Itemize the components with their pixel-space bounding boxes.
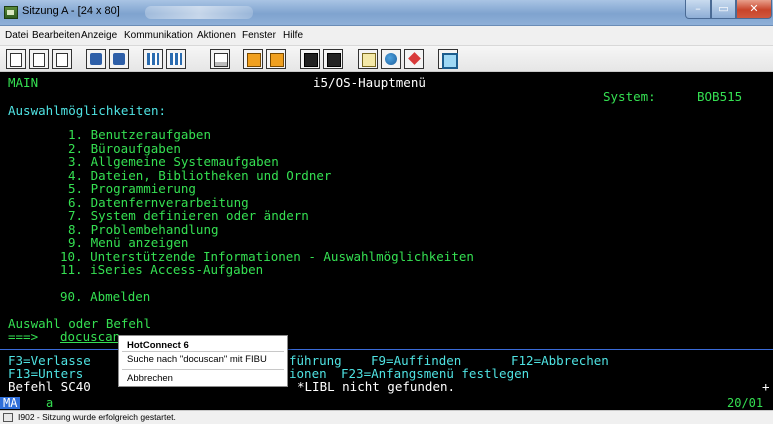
toolbar (0, 46, 773, 72)
menu-hilfe[interactable]: Hilfe (283, 30, 303, 41)
menu-option-3: 3. Allgemeine Systemaufgaben (68, 154, 279, 169)
connection-status-icon (3, 413, 13, 422)
menu-fenster[interactable]: Fenster (242, 30, 276, 41)
status-message: I902 - Sitzung wurde erfolgreich gestart… (18, 412, 176, 422)
print-icon[interactable] (6, 49, 26, 69)
menu-kommunikation[interactable]: Kommunikation (124, 30, 193, 41)
command-prompt: ===> (8, 329, 39, 344)
macro-record-icon[interactable] (243, 49, 263, 69)
globe-icon[interactable] (381, 49, 401, 69)
input-mode: MA (0, 397, 21, 409)
popup-title: HotConnect 6 (127, 340, 189, 351)
popup-separator (122, 351, 284, 352)
menu-option-1: 1. Benutzeraufgaben (68, 127, 211, 142)
menu-aktionen[interactable]: Aktionen (197, 30, 236, 41)
title-bar: Sitzung A - [24 x 80] – ▭ ✕ (0, 0, 773, 26)
popup-search-item[interactable]: Suche nach "docuscan" mit FIBU (127, 354, 267, 365)
system-label: System: (603, 89, 656, 104)
popup-cancel-item[interactable]: Abbrechen (127, 373, 173, 384)
run-icon[interactable] (323, 49, 343, 69)
screen-title: i5/OS-Hauptmenü (313, 75, 426, 90)
stop-icon[interactable] (300, 49, 320, 69)
cursor-position: 20/01 (727, 396, 764, 410)
message-suffix: *LIBL nicht gefunden. (297, 379, 456, 394)
minimize-button[interactable]: – (685, 0, 711, 19)
popup-separator (122, 369, 284, 370)
screen-icon[interactable] (438, 49, 458, 69)
terminal-status-row: MA a 20/01 (0, 396, 773, 410)
menu-bearbeiten[interactable]: Bearbeiten (32, 30, 80, 41)
menu-bar: Datei Bearbeiten Anzeige Kommunikation A… (0, 26, 773, 46)
terminal-screen[interactable]: MAIN i5/OS-Hauptmenü System: BOB515 Ausw… (0, 72, 773, 396)
status-bar: I902 - Sitzung wurde erfolgreich gestart… (0, 410, 773, 424)
fkey-separator (0, 349, 773, 350)
menu-option-7: 7. System definieren oder ändern (68, 208, 309, 223)
menu-id: MAIN (8, 75, 39, 90)
message-more-indicator: + (762, 379, 770, 394)
notes-icon[interactable] (210, 49, 230, 69)
menu-option-11: 11. iSeries Access-Aufgaben (60, 262, 264, 277)
clipboard-icon[interactable] (358, 49, 378, 69)
copy-icon[interactable] (29, 49, 49, 69)
menu-datei[interactable]: Datei (5, 30, 28, 41)
display-icon[interactable] (143, 49, 163, 69)
window-title: Sitzung A - [24 x 80] (22, 5, 120, 17)
menu-option-90: 90. Abmelden (60, 289, 151, 304)
paste-icon[interactable] (52, 49, 72, 69)
receive-icon[interactable] (109, 49, 129, 69)
send-icon[interactable] (86, 49, 106, 69)
keyboard-icon[interactable] (166, 49, 186, 69)
maximize-button[interactable]: ▭ (711, 0, 736, 19)
menu-option-9: 9. Menü anzeigen (68, 235, 189, 250)
menu-anzeige[interactable]: Anzeige (81, 30, 117, 41)
help-diamond-icon[interactable] (404, 49, 424, 69)
menu-option-5: 5. Programmierung (68, 181, 196, 196)
command-input[interactable]: docuscan (60, 330, 120, 343)
title-bar-highlight (145, 6, 253, 19)
hotconnect-popup: HotConnect 6 Suche nach "docuscan" mit F… (118, 335, 288, 387)
macro-play-icon[interactable] (266, 49, 286, 69)
close-button[interactable]: ✕ (736, 0, 772, 19)
options-heading: Auswahlmöglichkeiten: (8, 103, 167, 118)
input-indicator: a (46, 396, 54, 410)
session-app-icon (4, 6, 18, 19)
message-prefix: Befehl SC40 (8, 379, 91, 394)
system-value: BOB515 (697, 89, 743, 104)
